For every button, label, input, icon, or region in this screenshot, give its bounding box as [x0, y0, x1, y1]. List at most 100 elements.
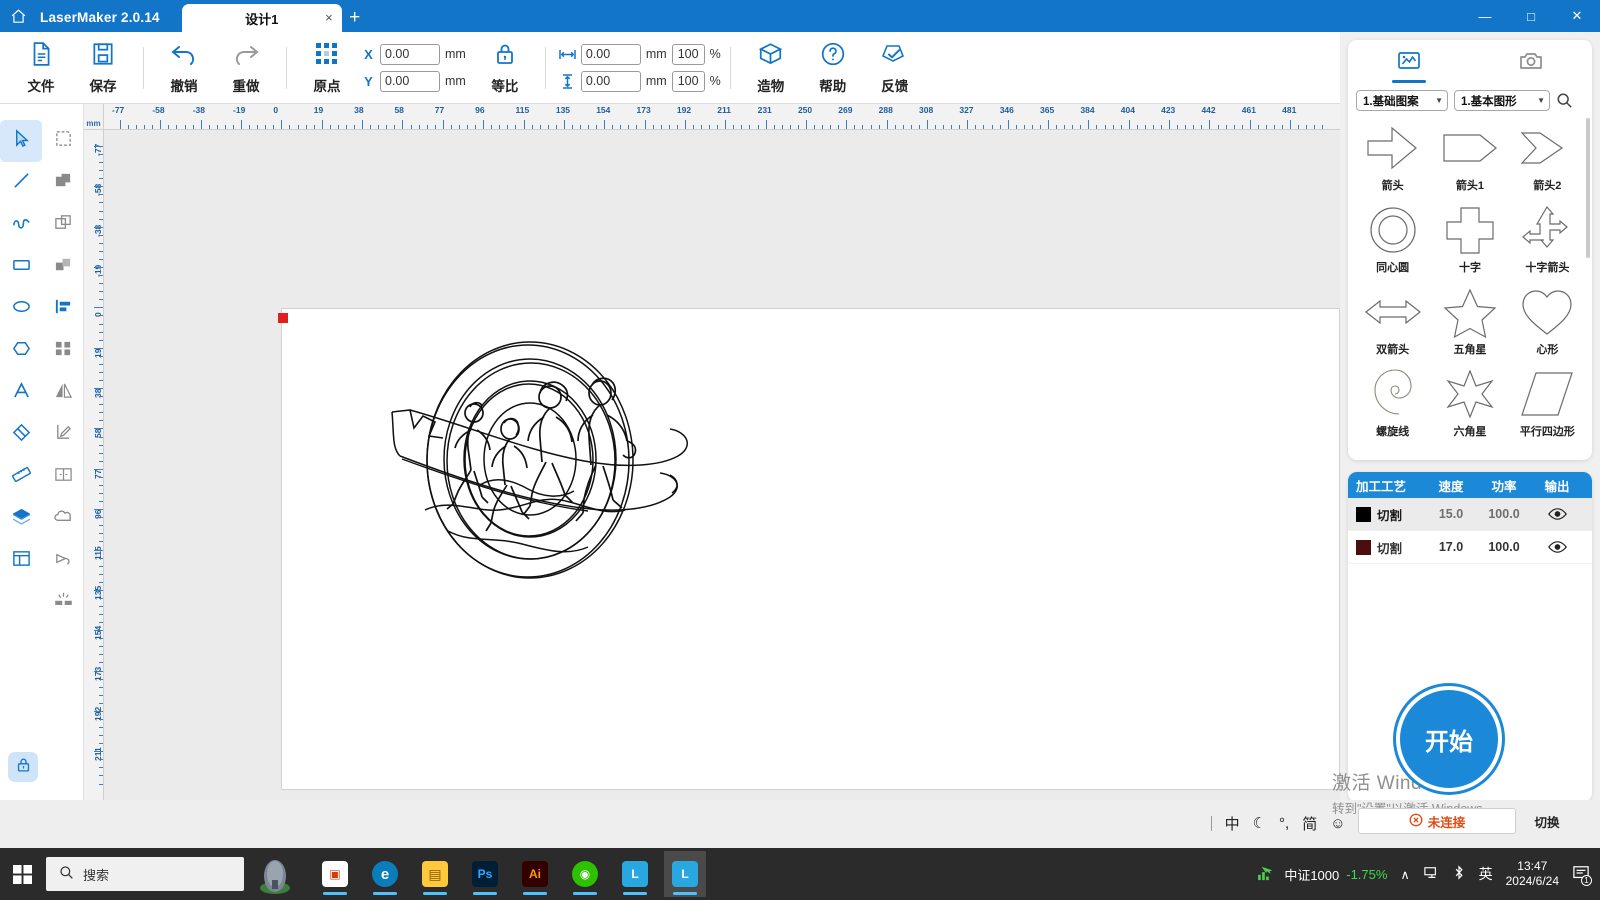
- shape-five-point-star[interactable]: 五角星: [1431, 285, 1508, 363]
- home-icon[interactable]: [0, 0, 36, 32]
- shape-heart[interactable]: 心形: [1509, 285, 1586, 363]
- layer-color-chip[interactable]: [1356, 540, 1371, 555]
- redo-button[interactable]: 重做: [215, 36, 277, 100]
- table-row[interactable]: 切割 17.0 100.0: [1348, 531, 1592, 564]
- file-button[interactable]: 文件: [10, 36, 72, 100]
- shape-four-way-arrow[interactable]: 十字箭头: [1509, 203, 1586, 281]
- width-percent-input[interactable]: [672, 44, 705, 65]
- cloud-tool[interactable]: [42, 498, 84, 540]
- window-close-button[interactable]: ✕: [1554, 0, 1600, 32]
- taskbar-app-microsoft-store[interactable]: ▣: [314, 851, 356, 897]
- canvas-lock-button[interactable]: [8, 752, 38, 782]
- search-icon[interactable]: [1556, 92, 1573, 109]
- split-tool[interactable]: [42, 456, 84, 498]
- power-cell[interactable]: 100.0: [1476, 507, 1532, 521]
- language-indicator[interactable]: 英: [1479, 864, 1493, 884]
- shape-cross[interactable]: 十字: [1431, 203, 1508, 281]
- y-input[interactable]: [380, 71, 440, 92]
- shape-arrow-pentagon[interactable]: 箭头1: [1431, 121, 1508, 199]
- switch-device-button[interactable]: 切换: [1516, 808, 1578, 834]
- shape-grid-scrollbar[interactable]: [1586, 118, 1590, 258]
- layer-color-chip[interactable]: [1356, 507, 1371, 522]
- stock-widget[interactable]: 中证1000 -1.75%: [1257, 865, 1387, 884]
- ime-moon-icon[interactable]: ☾: [1253, 814, 1266, 832]
- ime-emoji-icon[interactable]: ☺: [1330, 815, 1345, 832]
- undo-button[interactable]: 撤销: [153, 36, 215, 100]
- vertical-ruler[interactable]: -77-58-38-190193858779611513515417319221…: [84, 130, 104, 800]
- close-icon[interactable]: ×: [325, 10, 333, 25]
- ruler-tool[interactable]: [0, 456, 42, 498]
- x-input[interactable]: [380, 44, 440, 65]
- category-select[interactable]: 1.基础图案 ▼: [1356, 90, 1448, 111]
- taskbar-app-photoshop[interactable]: Ps: [464, 851, 506, 897]
- lock-ratio-button[interactable]: 等比: [474, 36, 536, 100]
- shape-arrow-block[interactable]: 箭头: [1354, 121, 1431, 199]
- union-tool[interactable]: [42, 162, 84, 204]
- ime-simplified-icon[interactable]: 简: [1302, 813, 1317, 834]
- taskbar-app-lasermaker-1[interactable]: L: [614, 851, 656, 897]
- create-button[interactable]: 造物: [740, 36, 802, 100]
- select-tool[interactable]: [0, 120, 42, 162]
- taskbar-app-microsoft-edge[interactable]: e: [364, 851, 406, 897]
- windows-start-icon[interactable]: [0, 848, 44, 900]
- taskbar-search-box[interactable]: 搜索: [46, 857, 244, 891]
- ellipse-tool[interactable]: [0, 288, 42, 330]
- library-tab[interactable]: [1348, 40, 1470, 86]
- taskbar-app-file-explorer[interactable]: ▤: [414, 851, 456, 897]
- ime-punctuation-icon[interactable]: °,: [1279, 815, 1289, 832]
- sparkle-tool[interactable]: [42, 582, 84, 624]
- notification-icon[interactable]: 1: [1572, 865, 1590, 884]
- mirror-tool[interactable]: [42, 372, 84, 414]
- height-percent-input[interactable]: [672, 71, 705, 92]
- eraser-tool[interactable]: [0, 414, 42, 456]
- eye-icon[interactable]: [1532, 507, 1582, 521]
- shape-double-arrow[interactable]: 双箭头: [1354, 285, 1431, 363]
- shape-arrow-chevron[interactable]: 箭头2: [1509, 121, 1586, 199]
- line-tool[interactable]: [0, 162, 42, 204]
- maximize-button[interactable]: □: [1508, 0, 1554, 32]
- origin-button[interactable]: 原点: [296, 36, 358, 100]
- feedback-button[interactable]: 反馈: [864, 36, 926, 100]
- start-job-button[interactable]: 开始: [1396, 686, 1502, 792]
- table-row[interactable]: 切割 15.0 100.0: [1348, 498, 1592, 531]
- connection-status[interactable]: 未连接: [1358, 808, 1516, 834]
- speed-cell[interactable]: 17.0: [1426, 540, 1476, 554]
- ime-mode-icon[interactable]: 中: [1225, 813, 1240, 834]
- camera-tab[interactable]: [1470, 40, 1592, 86]
- tray-expand-icon[interactable]: ∧: [1400, 867, 1409, 882]
- layers-tool[interactable]: [0, 498, 42, 540]
- path-tool[interactable]: [42, 540, 84, 582]
- shape-concentric-circle[interactable]: 同心圆: [1354, 203, 1431, 281]
- subtract-tool[interactable]: [42, 204, 84, 246]
- document-tab[interactable]: 设计1 ×: [182, 4, 342, 32]
- measure-draw-tool[interactable]: [42, 414, 84, 456]
- distribute-tool[interactable]: [42, 330, 84, 372]
- help-button[interactable]: 帮助: [802, 36, 864, 100]
- network-icon[interactable]: [1423, 866, 1439, 883]
- subcategory-select[interactable]: 1.基本图形 ▼: [1454, 90, 1550, 111]
- node-edit-tool[interactable]: [42, 120, 84, 162]
- intersect-tool[interactable]: [42, 246, 84, 288]
- width-input[interactable]: [581, 44, 641, 65]
- taskbar-app-illustrator[interactable]: Ai: [514, 851, 556, 897]
- taskbar-app-lasermaker-2[interactable]: L: [664, 851, 706, 897]
- power-cell[interactable]: 100.0: [1476, 540, 1532, 554]
- horizontal-ruler[interactable]: -77-58-38-190193858779611513515417319221…: [104, 104, 1340, 130]
- polygon-tool[interactable]: [0, 330, 42, 372]
- frame-tool[interactable]: [0, 540, 42, 582]
- curve-tool[interactable]: [0, 204, 42, 246]
- shape-parallelogram[interactable]: 平行四边形: [1509, 367, 1586, 445]
- align-tool[interactable]: [42, 288, 84, 330]
- taskbar-clock[interactable]: 13:47 2024/6/24: [1506, 859, 1559, 889]
- cortana-icon[interactable]: [244, 854, 306, 894]
- speed-cell[interactable]: 15.0: [1426, 507, 1476, 521]
- height-input[interactable]: [581, 71, 641, 92]
- save-button[interactable]: 保存: [72, 36, 134, 100]
- minimize-button[interactable]: —: [1462, 0, 1508, 32]
- runners-globe-line-art[interactable]: [370, 335, 690, 595]
- eye-icon[interactable]: [1532, 540, 1582, 554]
- bluetooth-icon[interactable]: [1452, 865, 1466, 883]
- taskbar-app-wechat[interactable]: ◉: [564, 851, 606, 897]
- design-canvas[interactable]: [104, 130, 1340, 800]
- new-tab-button[interactable]: +: [342, 4, 368, 32]
